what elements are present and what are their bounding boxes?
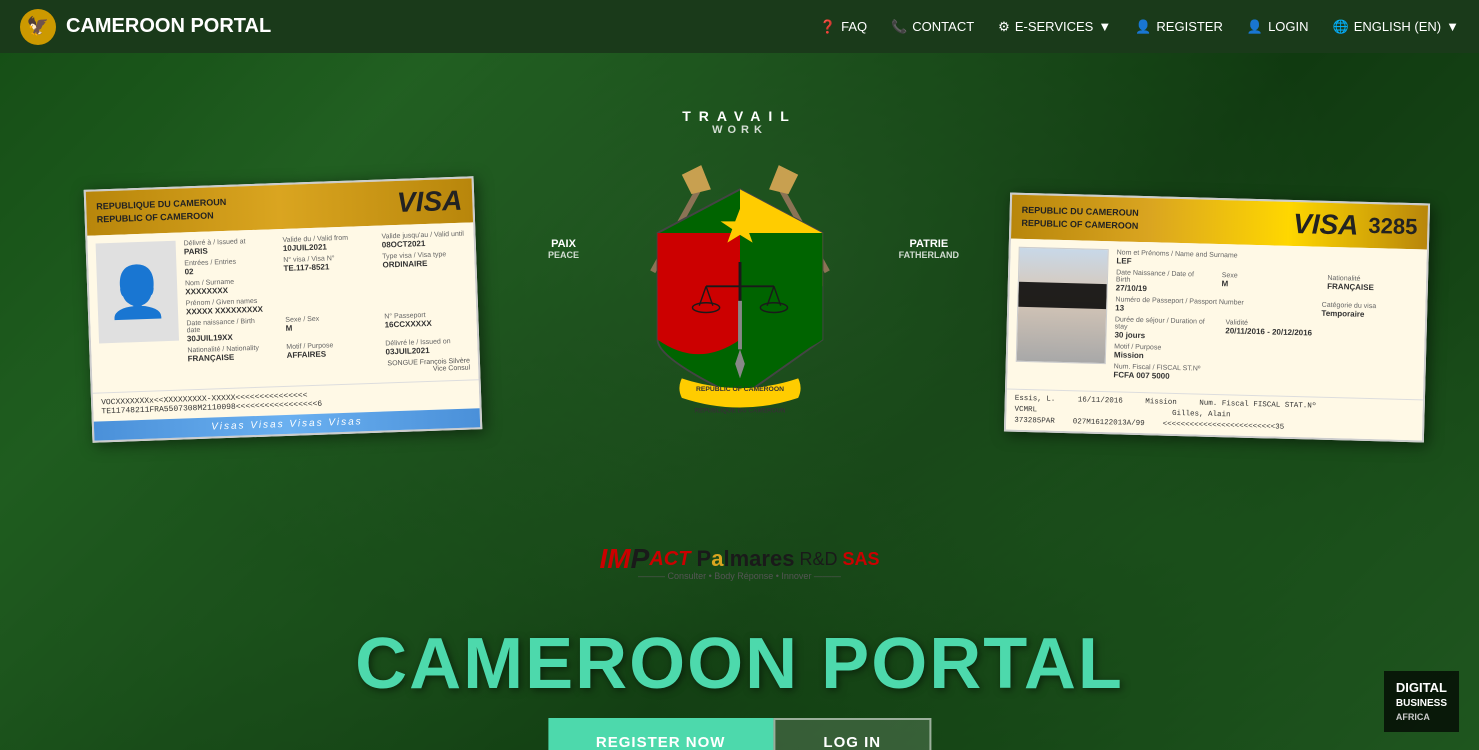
visa-left-body: 👤 Délivré à / Issued at PARIS Valide du …: [87, 222, 478, 392]
chevron-down-icon: ▼: [1098, 19, 1111, 34]
hero-section: TRAVAIL WORK: [0, 53, 1479, 750]
eservices-link[interactable]: ⚙ E-SERVICES ▼: [998, 19, 1111, 35]
visa-right-title: VISA: [1293, 208, 1359, 242]
visa-left-photo: 👤: [96, 241, 179, 344]
palmares-a-text: a: [711, 546, 723, 572]
gear-icon: ⚙: [998, 19, 1010, 35]
faq-link[interactable]: ❓ FAQ: [820, 19, 867, 35]
visa-right-photo: [1016, 247, 1109, 364]
sas-text: SAS: [837, 549, 879, 570]
svg-text:REPUBLIC OF CAMEROON: REPUBLIC OF CAMEROON: [696, 386, 784, 393]
coat-of-arms-container: TRAVAIL WORK: [590, 108, 890, 456]
register-now-button[interactable]: REGISTER NOW: [548, 718, 774, 750]
contact-label: CONTACT: [912, 19, 974, 34]
person-silhouette-icon: 👤: [105, 262, 169, 323]
svg-text:REPUBLIQUE DU CAMEROUN: REPUBLIQUE DU CAMEROUN: [694, 407, 785, 414]
impact-tagline: ——— Consulter • Body Réponse • Innover —…: [638, 571, 841, 581]
phone-icon: 📞: [891, 19, 907, 35]
user-icon: 👤: [1135, 19, 1151, 35]
visa-right-fields: Nom et Prénoms / Name and Surname LEF Da…: [1113, 249, 1418, 391]
globe-icon: 🌐: [1333, 19, 1349, 35]
faq-icon: ❓: [820, 19, 836, 35]
motto-left: PAIX PEACE: [548, 238, 579, 260]
login-label: LOGIN: [1268, 19, 1308, 34]
africa-text: AFRICA: [1396, 711, 1447, 724]
motto-right: PATRIE FATHERLAND: [899, 238, 959, 260]
motto-work: TRAVAIL WORK: [682, 108, 797, 136]
visa-right-card: REPUBLIC DU CAMEROUN REPUBLIC OF CAMEROO…: [1004, 193, 1430, 443]
faq-label: FAQ: [841, 19, 867, 34]
main-title: CAMEROON PORTAL: [355, 623, 1124, 705]
palmares-text: P: [690, 546, 711, 572]
palmares-rest-text: lmares: [723, 546, 794, 572]
digital-business-badge: DIGITAL BUSINESS AFRICA: [1384, 671, 1459, 732]
brand-icon: 🦅: [20, 9, 56, 45]
register-label: REGISTER: [1156, 19, 1222, 34]
impact-act-text: ACT: [649, 548, 690, 571]
login-user-icon: 👤: [1247, 19, 1263, 35]
visa-left-fields: Délivré à / Issued at PARIS Valide du / …: [184, 231, 471, 382]
brand-label: CAMEROON PORTAL: [66, 15, 271, 38]
login-link[interactable]: 👤 LOGIN: [1247, 19, 1309, 35]
navbar: 🦅 CAMEROON PORTAL ❓ FAQ 📞 CONTACT ⚙ E-SE…: [0, 0, 1479, 53]
impact-im-text: IM: [600, 543, 631, 575]
photo-redaction-bar: [1018, 282, 1107, 309]
business-text: BUSINESS: [1396, 697, 1447, 711]
language-chevron-icon: ▼: [1446, 19, 1459, 34]
visa-left-card: REPUBLIQUE DU CAMEROUN REPUBLIC OF CAMER…: [84, 176, 483, 442]
brand[interactable]: 🦅 CAMEROON PORTAL: [20, 9, 820, 45]
navbar-links: ❓ FAQ 📞 CONTACT ⚙ E-SERVICES ▼ 👤 REGISTE…: [820, 19, 1459, 35]
coat-of-arms-svg: REPUBLIC OF CAMEROON REPUBLIQUE DU CAMER…: [590, 136, 890, 456]
visa-left-title: VISA: [396, 185, 462, 219]
language-label: ENGLISH (EN): [1354, 19, 1441, 34]
visa-right-number: 3285: [1368, 213, 1418, 240]
language-selector[interactable]: 🌐 ENGLISH (EN) ▼: [1333, 19, 1459, 35]
hero-buttons: REGISTER NOW LOG IN: [548, 718, 931, 750]
digital-text: DIGITAL: [1396, 679, 1447, 697]
rd-text: R&D: [794, 549, 837, 570]
log-in-button[interactable]: LOG IN: [773, 718, 931, 750]
register-link[interactable]: 👤 REGISTER: [1135, 19, 1223, 35]
contact-link[interactable]: 📞 CONTACT: [891, 19, 974, 35]
visa-right-body: Nom et Prénoms / Name and Surname LEF Da…: [1007, 239, 1427, 400]
eservices-label: E-SERVICES: [1015, 19, 1094, 34]
